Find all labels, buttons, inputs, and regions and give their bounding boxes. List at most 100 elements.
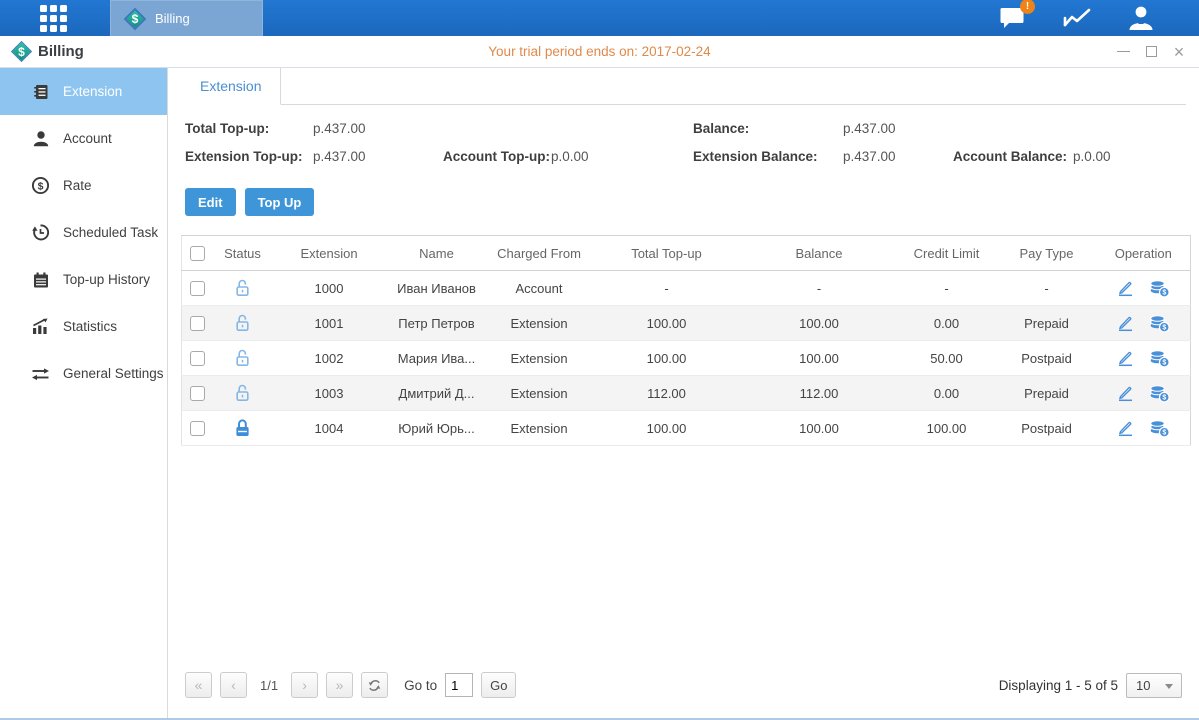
balance-cell: 100.00 — [742, 306, 897, 341]
go-button[interactable]: Go — [481, 672, 516, 698]
sidebar-item-label: Rate — [63, 178, 92, 193]
tab-extension[interactable]: Extension — [181, 68, 281, 105]
user-account-button[interactable] — [1125, 3, 1157, 33]
main-area: Extension Account $ Rate Scheduled Task T… — [0, 68, 1199, 718]
sidebar-item-extension[interactable]: Extension — [0, 68, 167, 115]
row-checkbox[interactable] — [190, 316, 205, 331]
notifications-button[interactable]: ! — [997, 3, 1029, 33]
sidebar-item-top-up-history[interactable]: Top-up History — [0, 256, 167, 303]
row-checkbox[interactable] — [190, 386, 205, 401]
account-topup-value: p.0.00 — [551, 149, 693, 164]
table-row: 1001Петр ПетровExtension100.00100.000.00… — [182, 306, 1191, 341]
edit-icon[interactable] — [1116, 419, 1135, 437]
table-header-row: StatusExtensionNameCharged FromTotal Top… — [182, 236, 1191, 271]
topup-icon[interactable]: $ — [1149, 314, 1170, 333]
close-icon[interactable]: × — [1171, 44, 1187, 60]
topup-icon[interactable]: $ — [1149, 279, 1170, 298]
name-cell: Дмитрий Д... — [387, 376, 487, 411]
extension-topup-label: Extension Top-up: — [185, 149, 313, 164]
sidebar-item-label: Account — [63, 131, 112, 146]
page-size-select[interactable]: 10 — [1126, 673, 1182, 698]
balance-cell: 112.00 — [742, 376, 897, 411]
row-checkbox[interactable] — [190, 281, 205, 296]
stats-icon — [31, 317, 50, 336]
pay-type-cell: Prepaid — [997, 306, 1097, 341]
goto-page-input[interactable] — [445, 673, 473, 697]
column-header-name: Name — [387, 236, 487, 271]
next-page-button[interactable]: › — [291, 672, 318, 698]
sidebar-item-statistics[interactable]: Statistics — [0, 303, 167, 350]
column-header-status: Status — [214, 236, 272, 271]
last-page-button[interactable]: » — [326, 672, 353, 698]
total-topup-cell: 100.00 — [592, 306, 742, 341]
total-topup-cell: - — [592, 271, 742, 306]
notification-badge: ! — [1020, 0, 1035, 14]
summary-panel: Total Top-up: p.437.00 Extension Top-up:… — [181, 105, 1186, 164]
line-chart-icon — [1062, 6, 1092, 30]
balance-cell: 100.00 — [742, 411, 897, 446]
extension-topup-value: p.437.00 — [313, 149, 443, 164]
page-indicator: 1/1 — [260, 678, 278, 693]
name-cell: Петр Петров — [387, 306, 487, 341]
sidebar-item-label: Scheduled Task — [63, 225, 158, 240]
displaying-text: Displaying 1 - 5 of 5 — [999, 678, 1118, 693]
edit-icon[interactable] — [1116, 314, 1135, 332]
first-page-button[interactable]: « — [185, 672, 212, 698]
pay-type-cell: Prepaid — [997, 376, 1097, 411]
extension-cell: 1000 — [272, 271, 387, 306]
sidebar-item-label: Top-up History — [63, 272, 150, 287]
edit-button[interactable]: Edit — [185, 188, 236, 216]
extension-cell: 1002 — [272, 341, 387, 376]
refresh-icon — [367, 678, 382, 693]
charged-from-cell: Account — [487, 271, 592, 306]
user-icon — [1127, 4, 1155, 32]
svg-text:$: $ — [1163, 359, 1167, 366]
extension-cell: 1004 — [272, 411, 387, 446]
name-cell: Юрий Юрь... — [387, 411, 487, 446]
total-topup-value: p.437.00 — [313, 121, 443, 136]
svg-text:$: $ — [1163, 324, 1167, 331]
activity-chart-button[interactable] — [1061, 3, 1093, 33]
window-title-text: Billing — [38, 43, 84, 60]
apps-grid-button[interactable] — [40, 0, 67, 36]
edit-icon[interactable] — [1116, 384, 1135, 402]
billing-window: $ Billing ! — [0, 0, 1199, 720]
refresh-button[interactable] — [361, 672, 388, 698]
table-row: 1000Иван ИвановAccount----$ — [182, 271, 1191, 306]
status-unlocked-icon — [233, 383, 252, 403]
prev-page-button[interactable]: ‹ — [220, 672, 247, 698]
top-up-button[interactable]: Top Up — [245, 188, 315, 216]
sidebar-item-account[interactable]: Account — [0, 115, 167, 162]
topup-icon[interactable]: $ — [1149, 419, 1170, 438]
apps-grid-icon — [40, 5, 67, 32]
tabstrip: Extension — [181, 68, 1186, 105]
select-all-checkbox[interactable] — [190, 246, 205, 261]
status-unlocked-icon — [233, 348, 252, 368]
account-balance-label: Account Balance: — [953, 149, 1073, 164]
row-checkbox[interactable] — [190, 421, 205, 436]
app-tab-billing[interactable]: $ Billing — [110, 0, 263, 36]
minimize-icon[interactable] — [1115, 44, 1131, 60]
status-locked-icon — [233, 418, 252, 438]
sidebar-item-rate[interactable]: $ Rate — [0, 162, 167, 209]
window-controls: × — [1115, 44, 1187, 60]
edit-icon[interactable] — [1116, 349, 1135, 367]
name-cell: Мария Ива... — [387, 341, 487, 376]
status-unlocked-icon — [233, 278, 252, 298]
charged-from-cell: Extension — [487, 306, 592, 341]
row-checkbox[interactable] — [190, 351, 205, 366]
balance-cell: 100.00 — [742, 341, 897, 376]
edit-icon[interactable] — [1116, 279, 1135, 297]
topup-icon[interactable]: $ — [1149, 349, 1170, 368]
pay-type-cell: - — [997, 271, 1097, 306]
maximize-icon[interactable] — [1143, 44, 1159, 60]
sidebar-item-scheduled-task[interactable]: Scheduled Task — [0, 209, 167, 256]
topup-icon[interactable]: $ — [1149, 384, 1170, 403]
sidebar-item-general-settings[interactable]: General Settings — [0, 350, 167, 397]
status-unlocked-icon — [233, 313, 252, 333]
extension-cell: 1001 — [272, 306, 387, 341]
sliders-icon — [31, 364, 50, 383]
total-topup-cell: 100.00 — [592, 341, 742, 376]
sidebar-item-label: Extension — [63, 84, 122, 99]
account-topup-label: Account Top-up: — [443, 149, 551, 164]
